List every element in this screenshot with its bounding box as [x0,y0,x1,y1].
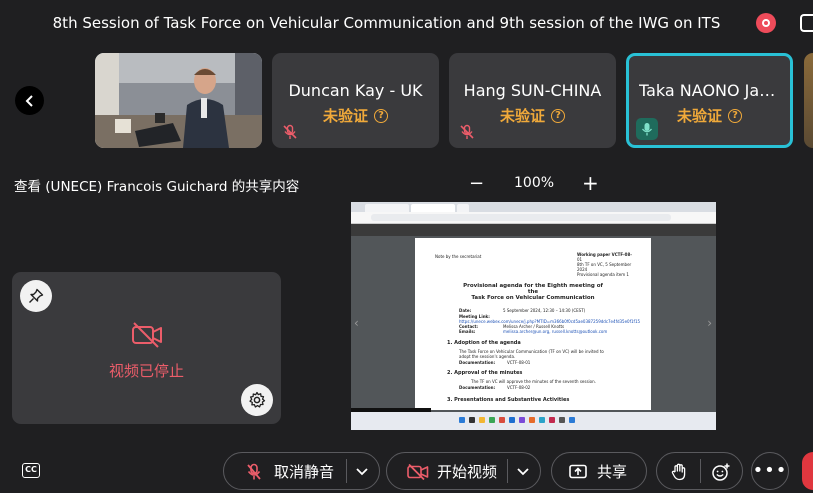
raise-hand-icon[interactable] [671,463,687,481]
zoom-level: 100% [514,175,555,191]
pin-button[interactable] [20,280,52,312]
doc-title-line: Task Force on Vehicular Communication [471,295,595,301]
participant-name: Duncan Kay - UK [288,81,423,100]
video-off-icon [407,464,429,480]
question-icon: ? [374,108,388,123]
chevron-down-icon[interactable] [516,464,530,478]
participant-tile[interactable]: Hang SUN-CHINA 未验证? [449,53,616,148]
question-icon: ? [551,108,565,123]
verification-status: 未验证? [272,105,439,126]
participant-video-tile[interactable] [95,53,262,148]
reactions-group [656,452,743,490]
pdf-page: Note by the secretariat Working paper VC… [415,238,651,410]
share-screen-icon [569,464,587,479]
closed-captions-button[interactable]: CC [22,463,40,478]
video-settings-button[interactable] [241,384,273,416]
shared-screen[interactable]: ‹ › Note by the secretariat Working pape… [351,202,716,430]
doc-section-heading: 3. Presentations and Substantive Activit… [447,397,570,403]
verification-status: 未验证? [449,105,616,126]
participant-video [95,53,262,148]
participant-name: Taka NAONO Jap... [639,81,780,100]
participant-tile-active-speaker[interactable]: Taka NAONO Jap... 未验证? [626,53,793,148]
participant-tile-partial[interactable] [804,53,813,148]
browser-address-bar [351,212,716,224]
pdf-toolbar [351,224,716,236]
participant-tile[interactable]: Duncan Kay - UK 未验证? [272,53,439,148]
video-off-icon [132,322,162,348]
mic-muted-icon [247,463,261,480]
zoom-out-button[interactable]: − [469,173,484,194]
recording-icon[interactable] [756,13,776,33]
pin-icon [29,288,44,303]
doc-secretariat-note: Note by the secretariat [435,254,482,259]
leave-meeting-button[interactable] [802,452,813,490]
chevron-down-icon[interactable] [355,464,369,478]
previous-participants-button[interactable] [15,86,44,115]
mic-muted-icon [283,124,297,139]
question-icon: ? [728,108,742,123]
doc-section-heading: 2. Approval of the minutes [447,370,523,376]
camera-icon[interactable] [800,14,813,32]
share-button[interactable]: 共享 [551,452,647,490]
share-viewing-label: 查看 (UNECE) Francois Guichard 的共享内容 [14,179,300,195]
mic-muted-icon [460,124,474,139]
browser-tab-bar [351,202,716,212]
more-options-button[interactable]: ••• [751,452,789,490]
mic-active-icon [636,118,658,140]
unmute-button[interactable]: 取消静音 [223,452,380,490]
self-view-tile[interactable]: 视频已停止 [12,272,281,424]
gear-icon [249,391,266,408]
meeting-title: 8th Session of Task Force on Vehicular C… [52,14,721,32]
pdf-viewer: ‹ › Note by the secretariat Working pape… [351,236,716,412]
chevron-left-icon [25,94,33,107]
start-video-button[interactable]: 开始视频 [386,452,541,490]
zoom-in-button[interactable]: + [582,171,599,195]
video-stopped-label: 视频已停止 [108,362,184,380]
windows-taskbar [351,412,716,430]
doc-section-heading: 1. Adoption of the agenda [447,340,521,346]
more-icon: ••• [752,460,788,481]
emoji-reaction-icon[interactable] [711,462,731,482]
participant-name: Hang SUN-CHINA [463,81,602,100]
